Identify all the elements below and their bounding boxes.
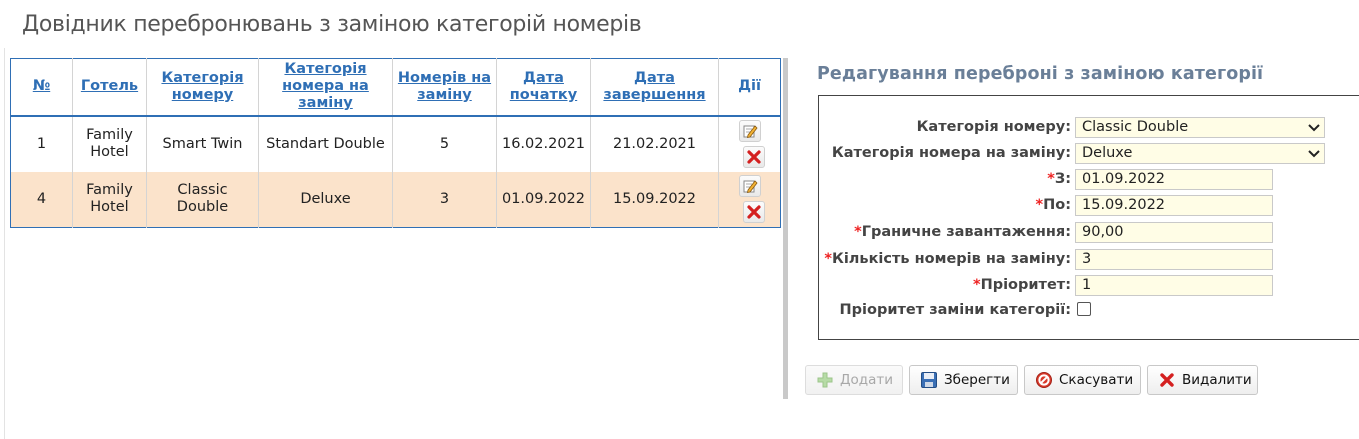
cell-num: 4 — [10, 171, 73, 228]
load-limit-input[interactable]: 90,00 — [1075, 222, 1273, 243]
cell-end: 15.09.2022 — [590, 171, 719, 228]
edit-icon — [743, 125, 758, 139]
cell-actions — [719, 116, 781, 172]
column-header-start[interactable]: Дата початку — [496, 58, 591, 117]
column-header-replacement[interactable]: Категорія номера на заміну — [258, 58, 393, 117]
column-header-actions: Дії — [718, 58, 781, 117]
delete-icon — [746, 150, 761, 164]
cell-hotel: Family Hotel — [72, 115, 147, 172]
cell-start: 16.02.2021 — [496, 115, 591, 172]
panel-splitter[interactable] — [783, 58, 788, 399]
cell-start: 01.09.2022 — [496, 171, 591, 228]
date-to-label: *По: — [1035, 197, 1072, 213]
column-header-category[interactable]: Категорія номеру — [146, 58, 259, 117]
editor-title: Редагування переброні з заміною категорі… — [817, 64, 1264, 84]
priority-input[interactable]: 1 — [1075, 275, 1273, 296]
cell-actions — [718, 171, 781, 228]
cancel-icon — [1035, 371, 1053, 389]
edit-icon — [743, 180, 758, 194]
category-select-value: Classic Double — [1082, 119, 1189, 135]
delete-row-button[interactable] — [742, 146, 765, 168]
delete-button-label: Видалити — [1182, 372, 1252, 388]
cell-hotel: Family Hotel — [72, 171, 147, 228]
table-header: № Готель Категорія номеру Категорія номе… — [10, 58, 781, 117]
save-button-label: Зберегти — [944, 372, 1010, 388]
save-button[interactable]: Зберегти — [909, 365, 1018, 395]
delete-button[interactable]: Видалити — [1147, 365, 1258, 395]
cell-rooms: 5 — [392, 115, 497, 172]
plus-icon — [816, 371, 834, 389]
cell-num: 1 — [10, 115, 73, 172]
table-row[interactable]: 1 Family Hotel Smart Twin Standart Doubl… — [10, 115, 781, 172]
delete-row-button[interactable] — [742, 201, 765, 224]
cell-replacement: Deluxe — [258, 171, 393, 228]
rooms-count-label: *Кількість номерів на заміну: — [824, 251, 1071, 267]
cell-rooms: 3 — [392, 171, 497, 228]
column-header-hotel[interactable]: Готель — [72, 58, 147, 117]
add-button-label: Додати — [840, 372, 894, 388]
delete-icon — [746, 205, 761, 219]
category-select[interactable]: Classic Double — [1075, 117, 1325, 138]
add-button[interactable]: Додати — [805, 365, 903, 395]
priority-label: *Пріоритет: — [972, 277, 1071, 293]
floppy-icon — [920, 371, 938, 389]
column-header-num[interactable]: № — [10, 58, 73, 117]
replacement-select[interactable]: Deluxe — [1075, 143, 1325, 164]
cell-replacement: Standart Double — [258, 115, 393, 172]
cell-category: Classic Double — [146, 171, 259, 228]
editor-form: Категорія номеру: Classic Double Категор… — [818, 95, 1359, 340]
chevron-down-icon — [1308, 149, 1320, 157]
edit-row-button[interactable] — [738, 120, 761, 142]
page-title: Довідник перебронювань з заміною категор… — [22, 12, 642, 37]
column-header-rooms[interactable]: Номерів на заміну — [392, 58, 497, 117]
edit-row-button[interactable] — [738, 175, 761, 198]
rebooking-table: № Готель Категорія номеру Категорія номе… — [10, 58, 781, 228]
cell-category: Smart Twin — [146, 115, 259, 172]
cell-end: 21.02.2021 — [590, 115, 719, 172]
cancel-button-label: Скасувати — [1059, 372, 1134, 388]
rooms-count-input[interactable]: 3 — [1075, 249, 1273, 270]
load-limit-label: *Граничне завантаження: — [854, 224, 1071, 240]
replace-priority-label: Пріоритет заміни категорії: — [839, 302, 1071, 318]
replace-priority-checkbox[interactable] — [1077, 302, 1091, 316]
date-to-input[interactable]: 15.09.2022 — [1075, 195, 1273, 216]
replacement-select-value: Deluxe — [1082, 145, 1133, 161]
left-divider — [4, 48, 5, 439]
delete-icon — [1158, 371, 1176, 389]
table-row-selected[interactable]: 4 Family Hotel Classic Double Deluxe 3 0… — [10, 171, 781, 228]
replacement-label: Категорія номера на заміну: — [831, 145, 1071, 161]
date-from-input[interactable]: 01.09.2022 — [1075, 169, 1273, 190]
column-header-end[interactable]: Дата завершення — [590, 58, 719, 117]
date-from-label: *З: — [1047, 171, 1071, 187]
category-label: Категорія номеру: — [916, 119, 1071, 135]
cancel-button[interactable]: Скасувати — [1024, 365, 1141, 395]
chevron-down-icon — [1308, 123, 1320, 131]
